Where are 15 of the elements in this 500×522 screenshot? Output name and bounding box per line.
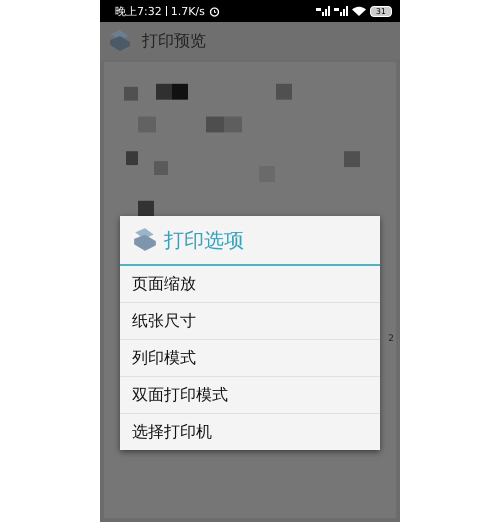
page-number: 2 [388,334,394,344]
signal-icon [316,6,330,16]
menu-item[interactable]: 选择打印机 [120,414,380,450]
signal-icon [334,6,348,16]
menu-item[interactable]: 纸张尺寸 [120,303,380,340]
menu-item[interactable]: 列印模式 [120,340,380,377]
menu-item[interactable]: 双面打印模式 [120,377,380,414]
app-title: 打印预览 [142,30,206,52]
status-time: 晚上7:32 [115,4,162,18]
battery-icon: 31 [370,6,392,16]
network-speed: 1.7K/s [170,4,205,18]
menu-item[interactable]: 页面缩放 [120,266,380,303]
alarm-icon [208,6,220,16]
wifi-icon [352,6,366,16]
dialog-title: 打印选项 [164,226,244,254]
